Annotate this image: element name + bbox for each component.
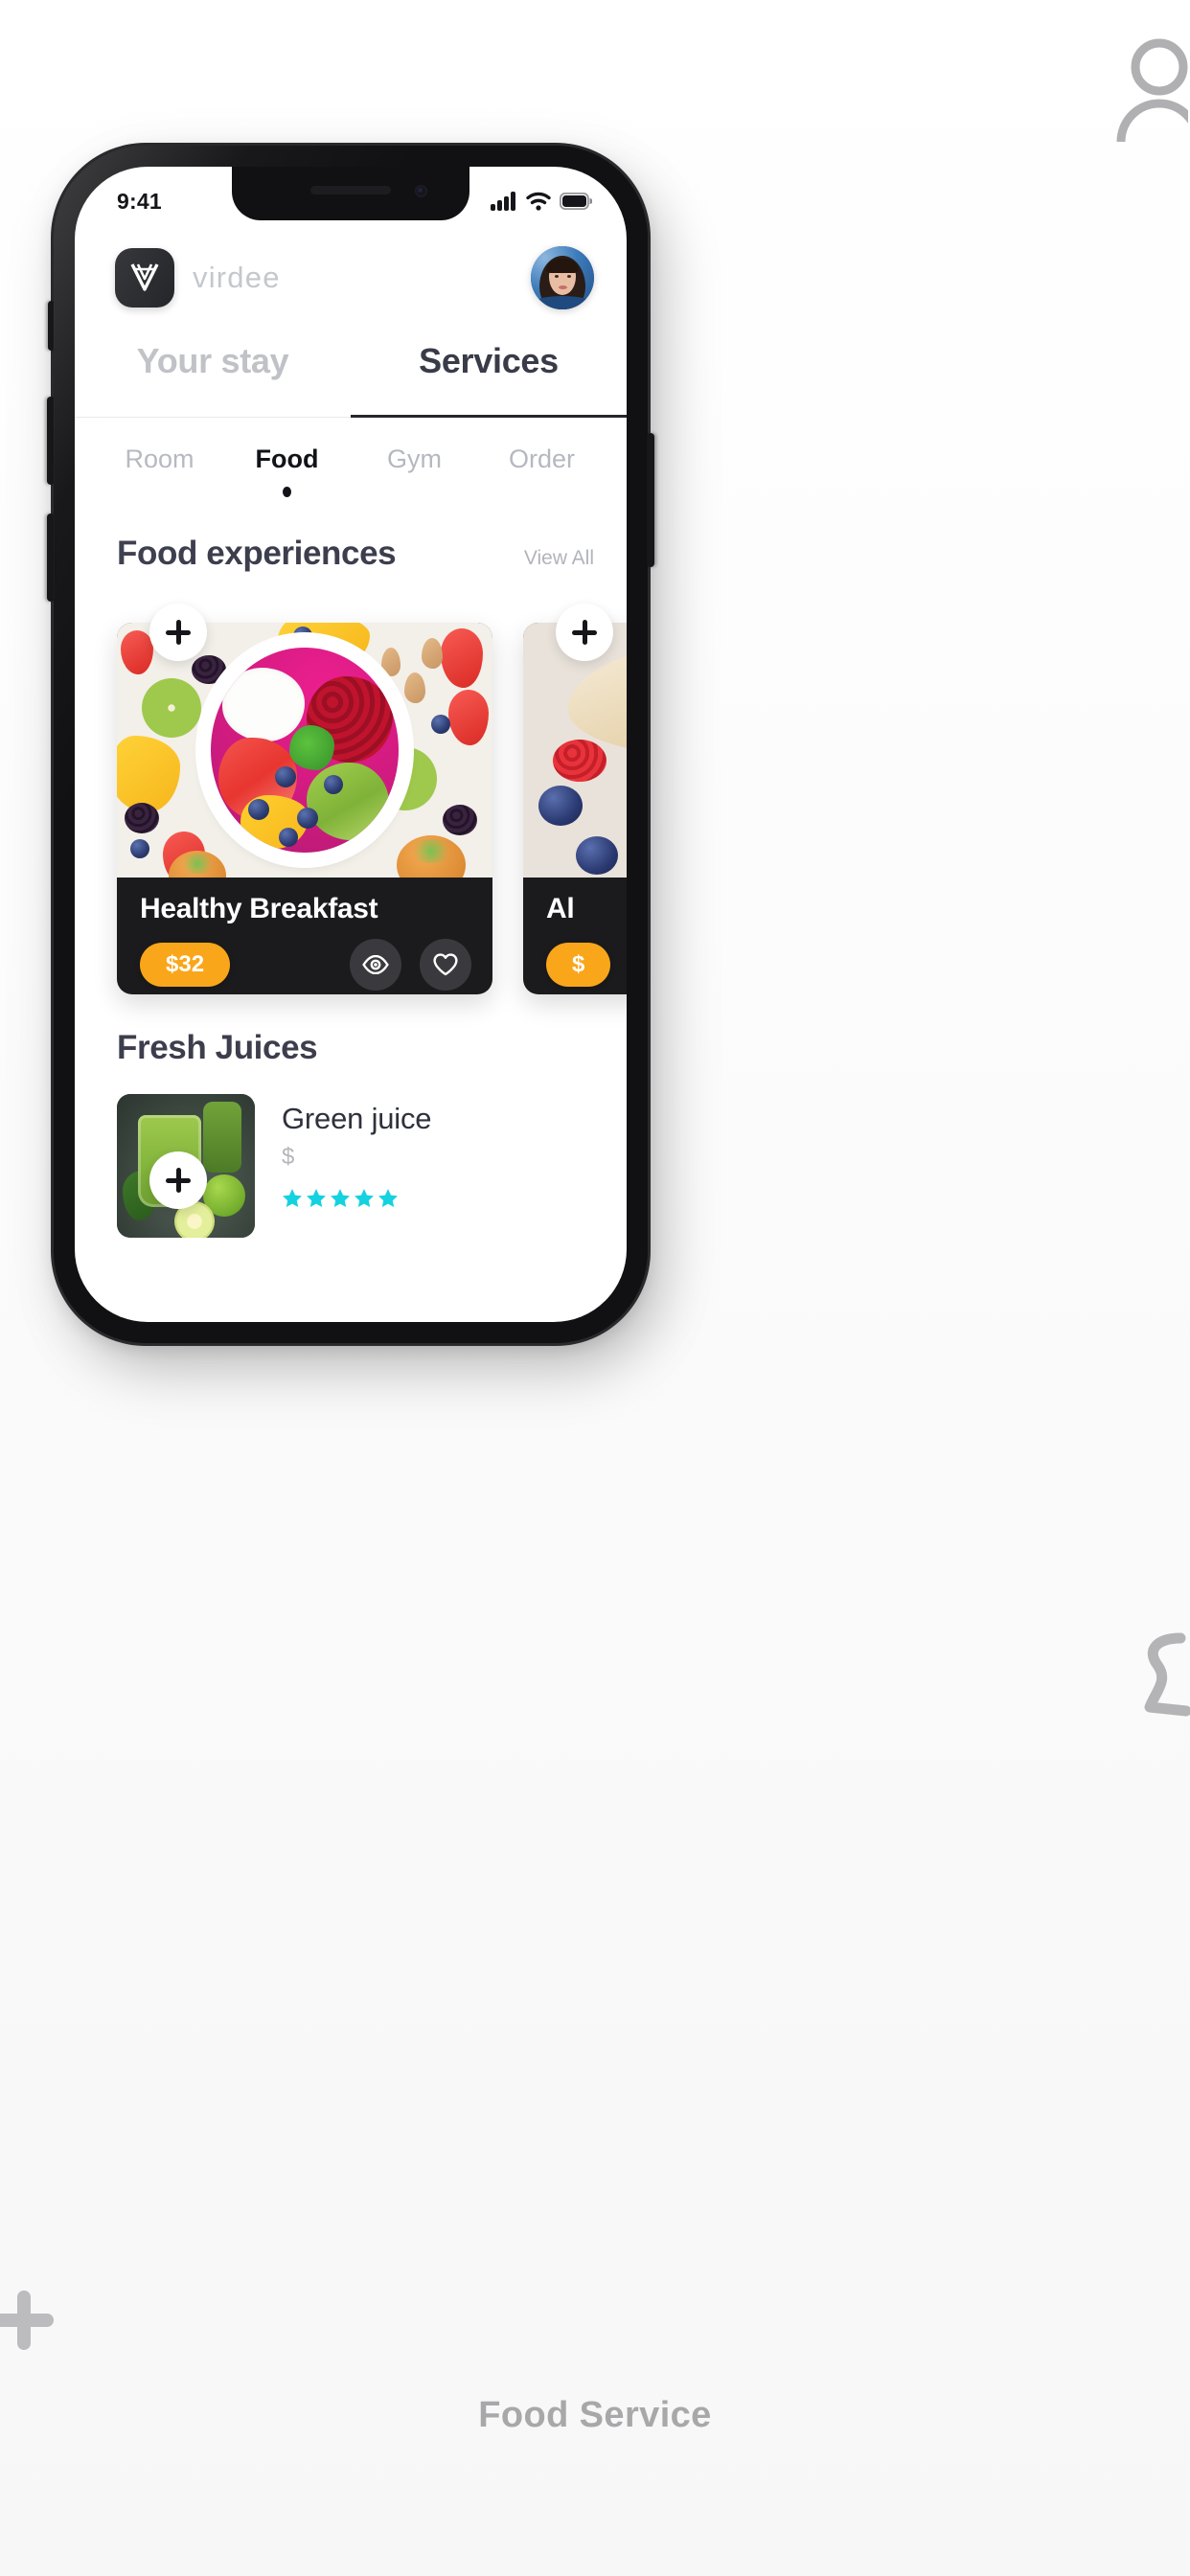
cellular-signal-icon bbox=[491, 192, 515, 211]
food-section-title: Food experiences bbox=[117, 535, 397, 572]
volume-down-button[interactable] bbox=[47, 513, 55, 602]
food-card-image bbox=[523, 623, 627, 878]
dessert-photo bbox=[523, 623, 627, 878]
avatar[interactable] bbox=[531, 246, 594, 309]
sub-tab-gym-label: Gym bbox=[387, 445, 442, 473]
food-card[interactable]: Al $ bbox=[523, 623, 627, 994]
star-icon bbox=[378, 1189, 398, 1207]
earpiece-speaker bbox=[310, 186, 391, 194]
app-header: virdee bbox=[75, 228, 627, 328]
food-card-body: Al $ bbox=[523, 878, 627, 994]
status-icons bbox=[491, 192, 592, 211]
avatar-shoulder bbox=[531, 296, 594, 309]
brand-name: virdee bbox=[193, 261, 281, 294]
sub-tab-gym[interactable]: Gym bbox=[351, 427, 478, 515]
juices-section-header: Fresh Juices bbox=[117, 1029, 594, 1067]
tab-services-label: Services bbox=[419, 341, 559, 380]
juice-price: $ bbox=[282, 1144, 295, 1170]
tab-your-stay-label: Your stay bbox=[136, 341, 289, 380]
star-icon bbox=[331, 1189, 350, 1207]
sub-tabs: Room Food Gym Order bbox=[75, 427, 627, 515]
silent-switch[interactable] bbox=[48, 301, 55, 351]
active-indicator-dot bbox=[283, 487, 291, 497]
fruit-bowl-photo bbox=[117, 623, 492, 878]
food-card-price[interactable]: $32 bbox=[140, 943, 231, 987]
avatar-lips bbox=[559, 285, 567, 289]
food-card-actions: $ bbox=[546, 939, 627, 991]
food-view-all-link[interactable]: View All bbox=[524, 547, 594, 570]
star-icon bbox=[307, 1189, 326, 1207]
food-card-icon-buttons bbox=[350, 939, 471, 991]
food-card-body: Healthy Breakfast $32 bbox=[117, 878, 492, 994]
sub-tab-food-label: Food bbox=[255, 445, 319, 473]
plus-icon bbox=[0, 2283, 61, 2358]
add-to-cart-button[interactable] bbox=[149, 1151, 207, 1209]
add-to-cart-button[interactable] bbox=[556, 604, 613, 661]
power-button[interactable] bbox=[647, 433, 654, 567]
user-outline-icon bbox=[1104, 34, 1188, 142]
heart-icon[interactable] bbox=[420, 939, 471, 991]
tab-services[interactable]: Services bbox=[351, 335, 627, 418]
brand[interactable]: virdee bbox=[115, 248, 281, 308]
eye-icon[interactable] bbox=[350, 939, 401, 991]
page-caption: Food Service bbox=[478, 2395, 712, 2435]
device-notch bbox=[232, 167, 469, 220]
v-logo-icon bbox=[115, 248, 174, 308]
sub-tab-order[interactable]: Order bbox=[478, 427, 606, 515]
volume-up-button[interactable] bbox=[47, 397, 55, 485]
main-tabs: Your stay Services bbox=[75, 335, 627, 418]
sub-tab-room[interactable]: Room bbox=[96, 427, 223, 515]
food-card-actions: $32 bbox=[140, 939, 471, 991]
juices-section-title: Fresh Juices bbox=[117, 1029, 318, 1066]
food-card-title: Al bbox=[546, 893, 575, 924]
sub-tab-room-label: Room bbox=[125, 445, 195, 473]
phone-device: 9:41 virdee Your stay Services Room Food… bbox=[47, 146, 654, 1343]
battery-icon bbox=[560, 193, 592, 210]
food-card-image bbox=[117, 623, 492, 878]
sub-tab-food[interactable]: Food bbox=[223, 427, 351, 515]
phone-screen: 9:41 virdee Your stay Services Room Food… bbox=[75, 167, 627, 1322]
wifi-icon bbox=[526, 192, 551, 211]
bowl bbox=[204, 641, 405, 859]
avatar-eye-right bbox=[567, 275, 571, 278]
star-icon bbox=[355, 1189, 374, 1207]
page-root: 9:41 virdee Your stay Services Room Food… bbox=[0, 0, 1190, 2576]
bell-outline-icon bbox=[1129, 1625, 1190, 1724]
food-card-title: Healthy Breakfast bbox=[140, 893, 378, 924]
add-to-cart-button[interactable] bbox=[149, 604, 207, 661]
food-card[interactable]: Healthy Breakfast $32 bbox=[117, 623, 492, 994]
food-section-header: Food experiences View All bbox=[117, 535, 594, 573]
avatar-eye-left bbox=[555, 275, 559, 278]
star-icon bbox=[283, 1189, 302, 1207]
juice-info: Green juice $ bbox=[282, 1094, 432, 1208]
front-camera bbox=[415, 185, 427, 197]
sub-tab-order-label: Order bbox=[508, 445, 576, 473]
rating-stars bbox=[282, 1188, 431, 1208]
status-time: 9:41 bbox=[117, 188, 162, 214]
food-carousel[interactable]: Healthy Breakfast $32 Al $ bbox=[75, 604, 627, 1006]
food-card-price[interactable]: $ bbox=[546, 943, 611, 987]
avatar-bangs bbox=[546, 259, 579, 273]
tab-your-stay[interactable]: Your stay bbox=[75, 335, 351, 417]
juice-name: Green juice bbox=[282, 1102, 432, 1135]
